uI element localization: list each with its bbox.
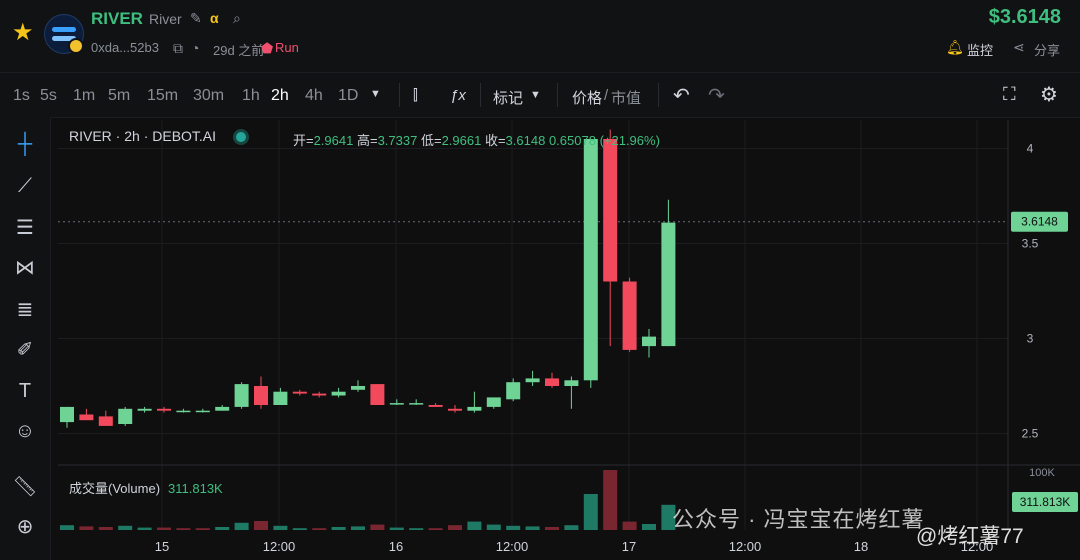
volume-bar [254,521,268,530]
candle-body [176,410,191,413]
candle-body [642,336,656,347]
volume-bar [273,525,288,530]
candle-body [195,410,210,413]
candle-body [448,408,462,411]
ohlc-open: 2.9641 [313,133,354,148]
candle-body [467,406,482,411]
volume-bar [409,528,424,530]
volume-bar [389,527,404,530]
volume-bar [370,524,385,530]
ohlc-high: 3.7337 [377,133,418,148]
volume-bar [525,526,540,530]
volume-bar [79,526,94,530]
candle-body [583,139,598,381]
price-chart[interactable]: 2.533.5415 12:00 16 12:00 17 12:00 18 12:003.61… [0,0,1080,560]
current-price-tag-label: 3.6148 [1021,215,1058,229]
candle-body [312,393,327,396]
ohlc-low: 2.9661 [441,133,482,148]
x-tick-label: 18 [854,539,868,554]
y-tick-label: 3.5 [1022,237,1039,251]
candle-body [254,386,268,405]
candle-body [351,386,365,390]
chart-title: RIVER · 2h · DEBOT.AI [69,128,217,144]
ohlc-readout: 开=2.9641 高=3.7337 低=2.9661 收=3.6148 0.65… [293,130,660,149]
volume-label: 成交量(Volume) [69,481,161,496]
chart-legend: RIVER · 2h · DEBOT.AI [69,128,260,144]
watermark-text: 公众号 · 冯宝宝在烤红薯 [672,507,925,532]
volume-legend: 成交量(Volume) 311.813K [69,478,223,497]
volume-bar [137,527,152,530]
ohlc-close-label: 收= [484,133,506,148]
ohlc-high-label: 高= [356,133,378,148]
candle-body [409,403,424,405]
volume-bar [545,527,559,530]
volume-bar [312,528,327,530]
volume-bar [215,527,230,530]
candle-body [137,408,152,411]
volume-bar [603,470,618,530]
watermark-badge: @烤红薯77 [916,525,1024,548]
ohlc-low-label: 低= [420,133,442,148]
candle-body [215,406,230,411]
candle-body [525,378,540,383]
candle-body [389,403,404,405]
x-tick-label: 12:00 [263,539,296,554]
candle-body [118,408,133,424]
candle-body [60,406,74,423]
candle-body [79,414,94,421]
volume-bar [351,526,365,530]
candle-body [273,391,288,405]
candle-body [622,281,637,350]
volume-bar [506,525,521,530]
volume-bar [60,525,74,530]
volume-bar [98,527,113,530]
candle-body [486,397,501,407]
candle-body [506,382,521,400]
candle-body [331,391,346,396]
candle-body [545,378,559,386]
volume-bar [428,528,443,530]
volume-bar [448,525,462,530]
volume-value: 311.813K [168,481,223,496]
x-tick-label: 17 [622,539,636,554]
candle-body [157,408,171,411]
volume-bar [176,528,191,530]
candle-body [292,391,307,394]
candle-body [564,380,579,386]
candle-body [603,139,618,282]
volume-bar [292,528,307,530]
candle-body [370,384,385,405]
volume-bar [622,521,637,530]
candle-body [661,222,676,347]
volume-bar [118,525,133,530]
y-tick-label: 3 [1027,332,1034,346]
ohlc-change: 0.65078 [548,133,596,148]
volume-bar [642,524,656,530]
volume-bar [564,525,579,530]
candle-body [234,384,249,407]
status-dot-icon [236,132,247,142]
x-tick-label: 15 [155,539,169,554]
candle-body [98,416,113,426]
volume-bar [486,524,501,530]
ohlc-change-pct: (+21.96%) [599,133,660,148]
x-tick-label: 12:00 [729,539,762,554]
volume-bar [195,528,210,530]
volume-bar [467,521,482,530]
volume-bar [583,494,598,530]
volume-bar [157,527,171,530]
x-tick-label: 16 [389,539,403,554]
y-tick-label: 4 [1027,142,1034,156]
ohlc-close: 3.6148 [505,133,546,148]
volume-bar [234,522,249,530]
volume-value-tag-label: 311.813K [1020,495,1071,509]
y-tick-label: 2.5 [1022,427,1039,441]
volume-bar [331,527,346,530]
volume-axis-label: 100K [1029,467,1055,479]
x-tick-label: 12:00 [496,539,529,554]
candle-body [428,405,443,407]
ohlc-open-label: 开= [293,133,314,148]
